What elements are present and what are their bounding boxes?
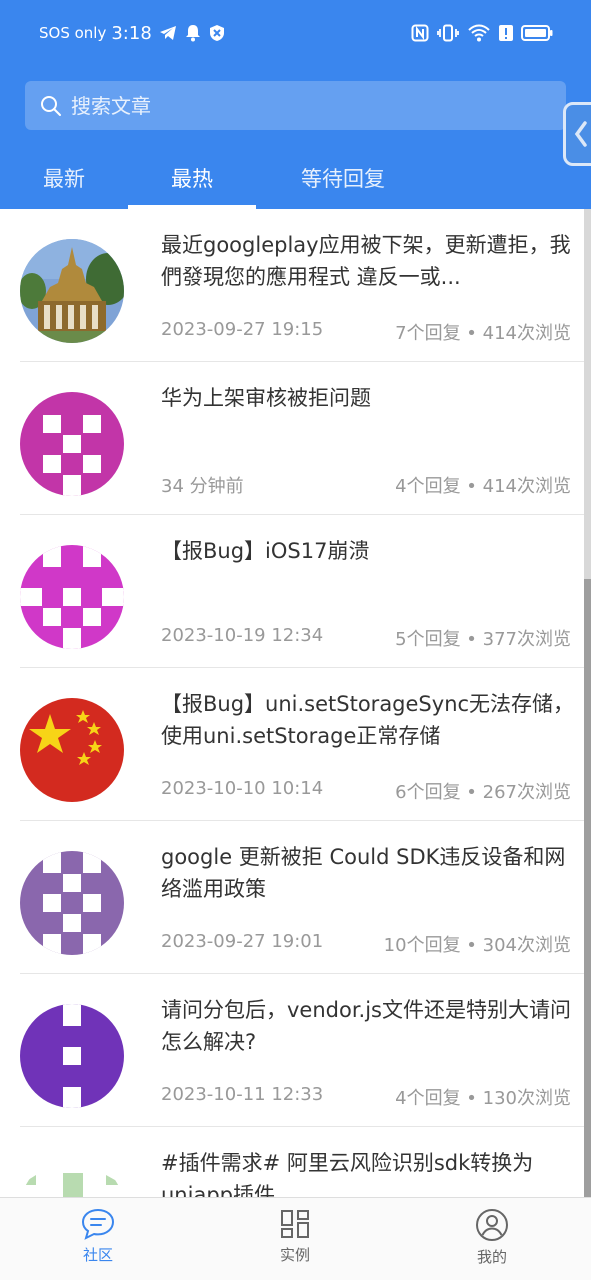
status-left: SOS only 3:18 xyxy=(39,20,233,46)
status-time: 3:18 xyxy=(111,22,152,44)
nav-community[interactable]: 社区 xyxy=(48,1208,148,1274)
list-item[interactable]: 请问分包后，vendor.js文件还是特别大请问怎么解决? 2023-10-11… xyxy=(20,974,584,1127)
post-list[interactable]: 最近googleplay应用被下架，更新遭拒，我們發現您的應用程式 違反一或..… xyxy=(0,209,584,1197)
post-time: 2023-10-19 12:34 xyxy=(161,625,324,646)
nav-examples[interactable]: 实例 xyxy=(245,1208,345,1274)
tab-hottest[interactable]: 最热 xyxy=(128,146,256,209)
post-stats: 5个回复 • 377次浏览 xyxy=(395,629,571,650)
tab-latest[interactable]: 最新 xyxy=(0,146,128,209)
identicon xyxy=(20,1004,124,1108)
status-bar: SOS only 3:18 xyxy=(0,0,591,66)
avatar xyxy=(20,239,124,343)
post-stats: 7个回复 • 414次浏览 xyxy=(395,323,571,344)
chat-bubble-icon xyxy=(81,1208,115,1240)
list-item[interactable]: 华为上架审核被拒问题 34 分钟前 4个回复 • 414次浏览 xyxy=(20,362,584,515)
tab-awaiting-reply[interactable]: 等待回复 xyxy=(256,146,430,209)
post-title[interactable]: google 更新被拒 Could SDK违反设备和网络滥用政策 xyxy=(161,841,577,905)
temple-photo xyxy=(20,239,124,343)
post-time: 2023-10-11 12:33 xyxy=(161,1084,324,1105)
post-time: 2023-10-10 10:14 xyxy=(161,778,324,799)
post-stats: 4个回复 • 414次浏览 xyxy=(395,476,571,497)
wifi-icon xyxy=(468,24,490,42)
scrollbar-thumb[interactable] xyxy=(584,579,591,1199)
list-item[interactable]: #插件需求# 阿里云风险识别sdk转换为uniapp插件 xyxy=(20,1127,584,1197)
avatar xyxy=(20,545,124,649)
avatar xyxy=(20,698,124,802)
nav-label: 社区 xyxy=(82,1246,113,1264)
status-right xyxy=(411,20,553,46)
search-input[interactable] xyxy=(71,93,541,118)
identicon xyxy=(20,392,124,496)
avatar xyxy=(20,1157,124,1197)
post-title[interactable]: 最近googleplay应用被下架，更新遭拒，我們發現您的應用程式 違反一或..… xyxy=(161,229,577,293)
chevron-left-icon xyxy=(574,121,587,147)
search-icon xyxy=(41,95,61,116)
carrier-label: SOS only xyxy=(39,24,107,42)
nav-label: 我的 xyxy=(476,1248,507,1266)
avatar xyxy=(20,1004,124,1108)
nav-mine[interactable]: 我的 xyxy=(442,1208,542,1274)
header: 最新 最热 等待回复 xyxy=(0,66,591,209)
search-bar[interactable] xyxy=(25,81,566,130)
shield-icon xyxy=(209,25,224,41)
nfc-icon xyxy=(411,24,429,42)
identicon xyxy=(20,851,124,955)
identicon xyxy=(20,545,124,649)
list-item[interactable]: 【报Bug】uni.setStorageSync无法存储，使用uni.setSt… xyxy=(20,668,584,821)
post-time: 2023-09-27 19:15 xyxy=(161,319,324,340)
list-item[interactable]: 【报Bug】iOS17崩溃 2023-10-19 12:34 5个回复 • 37… xyxy=(20,515,584,668)
vibrate-icon xyxy=(437,24,459,42)
post-title[interactable]: #插件需求# 阿里云风险识别sdk转换为uniapp插件 xyxy=(161,1147,577,1197)
list-item[interactable]: google 更新被拒 Could SDK违反设备和网络滥用政策 2023-09… xyxy=(20,821,584,974)
post-title[interactable]: 华为上架审核被拒问题 xyxy=(161,382,577,414)
post-stats: 4个回复 • 130次浏览 xyxy=(395,1088,571,1109)
telegram-icon xyxy=(159,26,176,40)
china-flag-icon xyxy=(20,698,124,802)
alert-icon xyxy=(499,25,513,41)
user-icon xyxy=(476,1209,508,1241)
post-stats: 6个回复 • 267次浏览 xyxy=(395,782,571,803)
post-title[interactable]: 请问分包后，vendor.js文件还是特别大请问怎么解决? xyxy=(161,994,577,1058)
avatar xyxy=(20,851,124,955)
avatar xyxy=(20,392,124,496)
identicon xyxy=(20,1157,124,1197)
list-item[interactable]: 最近googleplay应用被下架，更新遭拒，我們發現您的應用程式 違反一或..… xyxy=(20,209,584,362)
bottom-nav: 社区 实例 我的 xyxy=(0,1197,591,1280)
post-stats: 10个回复 • 304次浏览 xyxy=(383,935,571,956)
post-title[interactable]: 【报Bug】uni.setStorageSync无法存储，使用uni.setSt… xyxy=(161,688,577,752)
bell-icon xyxy=(185,25,200,42)
nav-label: 实例 xyxy=(279,1246,310,1264)
grid-icon xyxy=(281,1210,309,1238)
post-title[interactable]: 【报Bug】iOS17崩溃 xyxy=(161,535,577,567)
post-time: 34 分钟前 xyxy=(161,476,244,497)
post-time: 2023-09-27 19:01 xyxy=(161,931,324,952)
battery-icon xyxy=(521,25,553,41)
tab-bar: 最新 最热 等待回复 xyxy=(0,146,591,209)
scrollbar[interactable] xyxy=(584,209,591,1199)
